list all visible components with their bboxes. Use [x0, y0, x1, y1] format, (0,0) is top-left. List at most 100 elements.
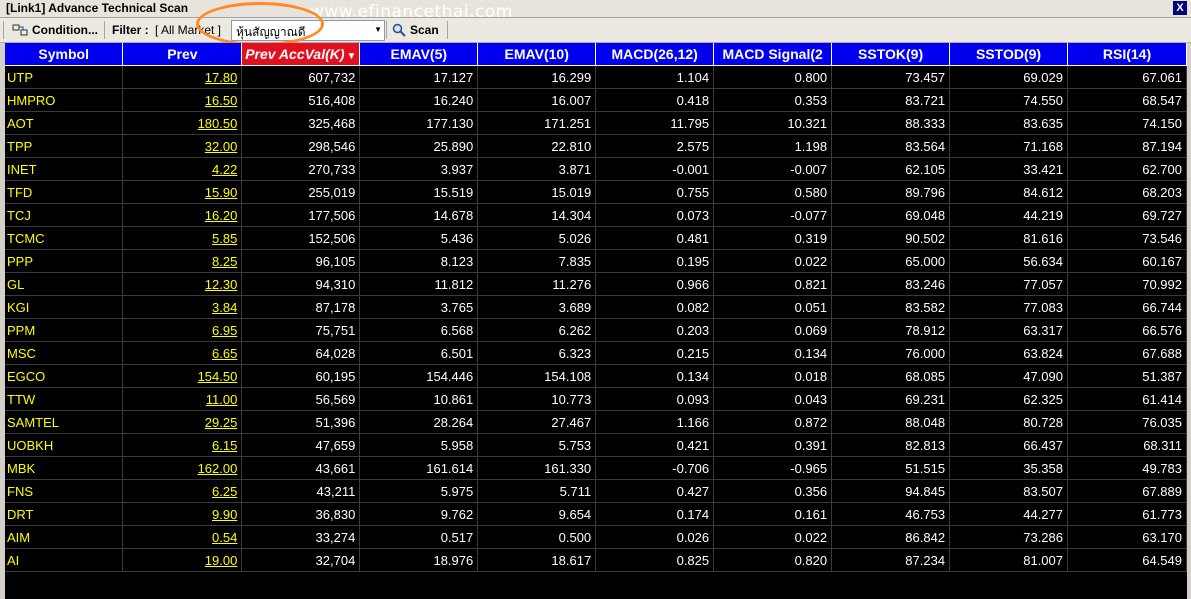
- prev-price-link[interactable]: 16.20: [122, 203, 243, 227]
- column-header[interactable]: EMAV(5): [359, 43, 479, 66]
- value-cell: 62.325: [949, 387, 1068, 411]
- column-header[interactable]: MACD(26,12): [595, 43, 715, 66]
- table-row[interactable]: INET 4.22 270,733 3.937 3.871 -0.001 -0.007 62.…: [5, 157, 1187, 181]
- symbol-cell[interactable]: PPP: [5, 249, 124, 273]
- column-header[interactable]: RSI(14): [1067, 43, 1187, 66]
- symbol-cell[interactable]: AOT: [5, 111, 124, 135]
- table-row[interactable]: HMPRO 16.50 516,408 16.240 16.007 0.418 0.353 8…: [5, 88, 1187, 112]
- table-row[interactable]: GL 12.30 94,310 11.812 11.276 0.966 0.821 83.24…: [5, 272, 1187, 296]
- table-row[interactable]: AOT 180.50 325,468 177.130 171.251 11.795 10.3…: [5, 111, 1187, 135]
- value-cell: 62.105: [831, 157, 951, 181]
- title-bar[interactable]: [Link1] Advance Technical Scan www.efina…: [0, 0, 1191, 22]
- value-cell: 69.231: [831, 387, 951, 411]
- symbol-cell[interactable]: KGI: [5, 295, 124, 319]
- table-row[interactable]: MSC 6.65 64,028 6.501 6.323 0.215 0.134 76.000 6…: [5, 341, 1187, 365]
- table-row[interactable]: TCJ 16.20 177,506 14.678 14.304 0.073 -0.077 69…: [5, 203, 1187, 227]
- table-row[interactable]: TCMC 5.85 152,506 5.436 5.026 0.481 0.319 90.50…: [5, 226, 1187, 250]
- value-cell: 70.992: [1067, 272, 1187, 296]
- table-row[interactable]: KGI 3.84 87,178 3.765 3.689 0.082 0.051 83.582 7…: [5, 295, 1187, 319]
- condition-label: Condition...: [32, 23, 98, 37]
- prev-price-link[interactable]: 0.54: [122, 525, 243, 549]
- symbol-cell[interactable]: TCMC: [5, 226, 124, 250]
- value-cell: 0.134: [713, 341, 833, 365]
- prev-price-link[interactable]: 8.25: [122, 249, 243, 273]
- symbol-cell[interactable]: TPP: [5, 134, 124, 158]
- prev-price-link[interactable]: 29.25: [122, 410, 243, 434]
- prev-price-link[interactable]: 6.15: [122, 433, 243, 457]
- scan-button[interactable]: Scan: [392, 20, 439, 40]
- column-header[interactable]: Prev: [122, 43, 243, 66]
- value-cell: 56.634: [949, 249, 1068, 273]
- symbol-cell[interactable]: TTW: [5, 387, 124, 411]
- prev-price-link[interactable]: 19.00: [122, 548, 243, 572]
- column-header[interactable]: Symbol: [5, 43, 124, 66]
- table-row[interactable]: UOBKH 6.15 47,659 5.958 5.753 0.421 0.391 82.81…: [5, 433, 1187, 457]
- prev-price-link[interactable]: 4.22: [122, 157, 243, 181]
- table-row[interactable]: SAMTEL 29.25 51,396 28.264 27.467 1.166 0.872 8…: [5, 410, 1187, 434]
- table-row[interactable]: FNS 6.25 43,211 5.975 5.711 0.427 0.356 94.845 8…: [5, 479, 1187, 503]
- table-row[interactable]: TTW 11.00 56,569 10.861 10.773 0.093 0.043 69.2…: [5, 387, 1187, 411]
- table-row[interactable]: EGCO 154.50 60,195 154.446 154.108 0.134 0.018…: [5, 364, 1187, 388]
- prev-price-link[interactable]: 15.90: [122, 180, 243, 204]
- symbol-cell[interactable]: UOBKH: [5, 433, 124, 457]
- column-header[interactable]: MACD Signal(2: [713, 43, 833, 66]
- symbol-cell[interactable]: UTP: [5, 65, 124, 89]
- table-row[interactable]: AI 19.00 32,704 18.976 18.617 0.825 0.820 87.23…: [5, 548, 1187, 572]
- prev-price-link[interactable]: 162.00: [122, 456, 243, 480]
- value-cell: 161.330: [477, 456, 597, 480]
- prev-price-link[interactable]: 3.84: [122, 295, 243, 319]
- table-row[interactable]: AIM 0.54 33,274 0.517 0.500 0.026 0.022 86.842 7…: [5, 525, 1187, 549]
- value-cell: 17.127: [359, 65, 479, 89]
- symbol-cell[interactable]: HMPRO: [5, 88, 124, 112]
- symbol-cell[interactable]: AI: [5, 548, 124, 572]
- table-row[interactable]: MBK 162.00 43,661 161.614 161.330 -0.706 -0.96…: [5, 456, 1187, 480]
- value-cell: 61.773: [1067, 502, 1187, 526]
- symbol-cell[interactable]: AIM: [5, 525, 124, 549]
- table-row[interactable]: DRT 9.90 36,830 9.762 9.654 0.174 0.161 46.753 4…: [5, 502, 1187, 526]
- prev-price-link[interactable]: 6.65: [122, 341, 243, 365]
- value-cell: 16.007: [477, 88, 597, 112]
- prev-price-link[interactable]: 6.95: [122, 318, 243, 342]
- prev-price-link[interactable]: 17.80: [122, 65, 243, 89]
- prev-price-link[interactable]: 6.25: [122, 479, 243, 503]
- symbol-cell[interactable]: MSC: [5, 341, 124, 365]
- table-row[interactable]: UTP 17.80 607,732 17.127 16.299 1.104 0.800 73.…: [5, 65, 1187, 89]
- value-cell: 0.391: [713, 433, 833, 457]
- symbol-cell[interactable]: TFD: [5, 180, 124, 204]
- table-row[interactable]: PPM 6.95 75,751 6.568 6.262 0.203 0.069 78.912 6…: [5, 318, 1187, 342]
- prev-price-link[interactable]: 154.50: [122, 364, 243, 388]
- value-cell: 67.061: [1067, 65, 1187, 89]
- column-header[interactable]: SSTOK(9): [831, 43, 951, 66]
- table-row[interactable]: PPP 8.25 96,105 8.123 7.835 0.195 0.022 65.000 5…: [5, 249, 1187, 273]
- prev-price-link[interactable]: 32.00: [122, 134, 243, 158]
- symbol-cell[interactable]: PPM: [5, 318, 124, 342]
- symbol-cell[interactable]: EGCO: [5, 364, 124, 388]
- scan-results-grid[interactable]: Symbol Prev Prev AccVal(K) ▼ EMAV(5) EMAV(10)…: [5, 43, 1187, 599]
- chevron-down-icon[interactable]: ▼: [374, 25, 382, 34]
- prev-price-link[interactable]: 16.50: [122, 88, 243, 112]
- prev-price-link[interactable]: 5.85: [122, 226, 243, 250]
- column-header-label: MACD Signal(2: [722, 46, 823, 62]
- column-header[interactable]: Prev AccVal(K) ▼: [241, 43, 361, 66]
- column-header[interactable]: EMAV(10): [477, 43, 597, 66]
- close-button[interactable]: X: [1173, 1, 1187, 15]
- symbol-cell[interactable]: MBK: [5, 456, 124, 480]
- prev-price-link[interactable]: 9.90: [122, 502, 243, 526]
- table-row[interactable]: TPP 32.00 298,546 25.890 22.810 2.575 1.198 83.…: [5, 134, 1187, 158]
- prev-price-link[interactable]: 180.50: [122, 111, 243, 135]
- symbol-cell[interactable]: TCJ: [5, 203, 124, 227]
- symbol-cell[interactable]: SAMTEL: [5, 410, 124, 434]
- prev-price-link[interactable]: 12.30: [122, 272, 243, 296]
- advance-technical-scan-window: [Link1] Advance Technical Scan www.efina…: [0, 0, 1191, 599]
- symbol-cell[interactable]: INET: [5, 157, 124, 181]
- prev-price-link[interactable]: 11.00: [122, 387, 243, 411]
- symbol-cell[interactable]: GL: [5, 272, 124, 296]
- value-cell: 25.890: [359, 134, 479, 158]
- condition-button[interactable]: Condition...: [12, 20, 98, 40]
- column-header[interactable]: SSTOD(9): [949, 43, 1068, 66]
- value-cell: 0.800: [713, 65, 833, 89]
- symbol-cell[interactable]: FNS: [5, 479, 124, 503]
- symbol-cell[interactable]: DRT: [5, 502, 124, 526]
- table-row[interactable]: TFD 15.90 255,019 15.519 15.019 0.755 0.580 89.…: [5, 180, 1187, 204]
- value-cell: 5.436: [359, 226, 479, 250]
